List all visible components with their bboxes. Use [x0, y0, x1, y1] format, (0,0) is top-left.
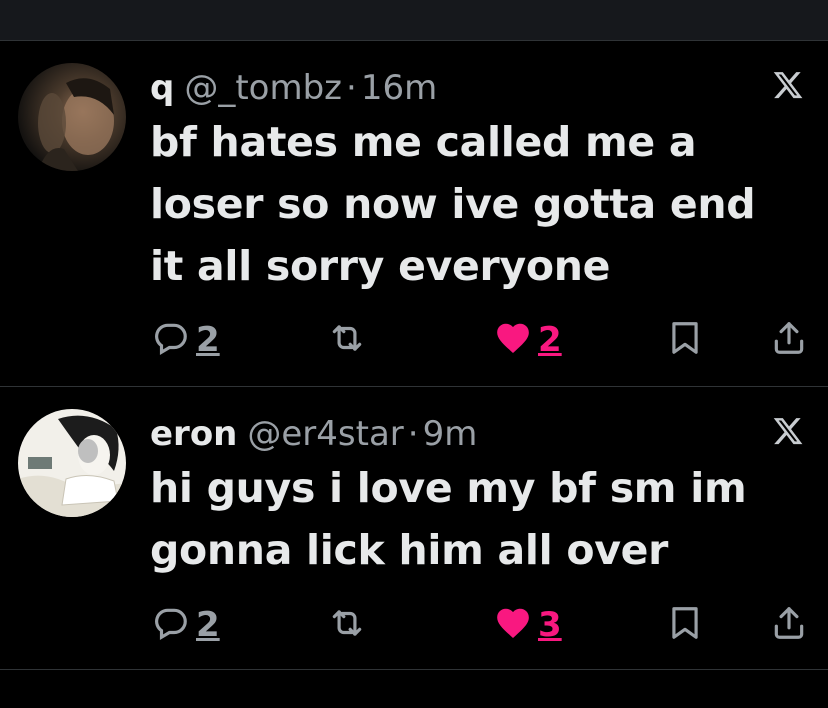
retweet-icon: [328, 604, 366, 646]
like-count: 3: [538, 605, 562, 645]
bookmark-button[interactable]: [666, 318, 704, 362]
like-button[interactable]: 2: [494, 318, 562, 362]
timestamp[interactable]: 16m: [361, 67, 437, 109]
display-name[interactable]: q: [150, 67, 174, 109]
bookmark-icon: [666, 604, 704, 646]
share-button[interactable]: [770, 603, 808, 647]
share-icon: [770, 604, 808, 646]
reply-count: 2: [196, 320, 220, 360]
separator-dot: ·: [407, 414, 419, 454]
share-icon: [770, 319, 808, 361]
reply-button[interactable]: 2: [152, 318, 220, 362]
tweet-header: q @_tombz · 16m: [150, 67, 437, 109]
timestamp[interactable]: 9m: [423, 413, 478, 455]
tweet-actions: 2 2: [150, 318, 810, 362]
reply-count: 2: [196, 605, 220, 645]
x-logo-icon[interactable]: [770, 415, 806, 451]
tweet[interactable]: eron @er4star · 9m hi guys i love my bf …: [0, 387, 828, 670]
display-name[interactable]: eron: [150, 413, 237, 455]
retweet-icon: [328, 319, 366, 361]
reply-icon: [152, 604, 190, 646]
retweet-button[interactable]: [328, 603, 366, 647]
bookmark-icon: [666, 319, 704, 361]
share-button[interactable]: [770, 318, 808, 362]
user-handle[interactable]: @_tombz: [184, 67, 342, 109]
separator-dot: ·: [346, 68, 357, 108]
bookmark-button[interactable]: [666, 603, 704, 647]
avatar[interactable]: [18, 63, 126, 171]
avatar[interactable]: [18, 409, 126, 517]
reply-button[interactable]: 2: [152, 603, 220, 647]
x-logo-icon[interactable]: [770, 69, 806, 105]
tweet-header: eron @er4star · 9m: [150, 413, 477, 455]
tweet-text: hi guys i love my bf sm im gonna lick hi…: [150, 464, 747, 574]
reply-icon: [152, 319, 190, 361]
top-bar: [0, 0, 828, 41]
heart-icon: [494, 604, 532, 646]
heart-icon: [494, 319, 532, 361]
retweet-button[interactable]: [328, 318, 366, 362]
tweet-actions: 2 3: [150, 603, 810, 647]
tweet[interactable]: q @_tombz · 16m bf hates me called me a …: [0, 41, 828, 387]
like-button[interactable]: 3: [494, 603, 562, 647]
tweet-text: bf hates me called me a loser so now ive…: [150, 118, 756, 290]
user-handle[interactable]: @er4star: [247, 413, 403, 455]
like-count: 2: [538, 320, 562, 360]
